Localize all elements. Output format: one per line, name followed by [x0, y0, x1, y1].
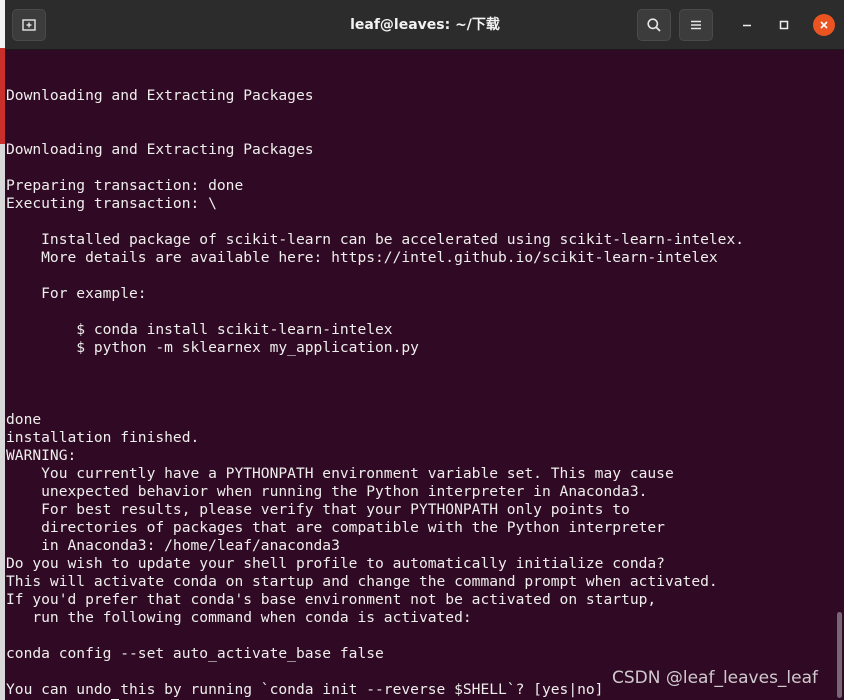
new-tab-icon — [22, 19, 36, 31]
terminal-line: run the following command when conda is … — [6, 609, 472, 626]
terminal-line: For best results, please verify that you… — [6, 501, 630, 518]
scrollbar-thumb[interactable] — [837, 612, 842, 698]
terminal-line: $ python -m sklearnex my_application.py — [6, 339, 419, 356]
terminal-line: Do you wish to update your shell profile… — [6, 555, 665, 572]
terminal-line: installation finished. — [6, 429, 200, 446]
terminal-output[interactable]: Downloading and Extracting Packages Downl… — [6, 50, 836, 700]
terminal-line: directories of packages that are compati… — [6, 519, 665, 536]
terminal-line: done — [6, 411, 42, 428]
terminal-line: Executing transaction: \ — [6, 195, 217, 212]
minimize-icon — [743, 24, 751, 27]
minimize-button[interactable] — [736, 14, 758, 36]
terminal-line: in Anaconda3: /home/leaf/anaconda3 — [6, 537, 340, 554]
terminal-line: Preparing transaction: done — [6, 177, 244, 194]
window-title: leaf@leaves: ~/下载 — [350, 17, 500, 33]
terminal-line: If you'd prefer that conda's base enviro… — [6, 591, 657, 608]
terminal-line: unexpected behavior when running the Pyt… — [6, 483, 648, 500]
close-icon — [820, 21, 828, 29]
terminal-line: $ conda install scikit-learn-intelex — [6, 321, 393, 338]
csdn-watermark: CSDN @leaf_leaves_leaf — [612, 668, 819, 688]
terminal-line: Downloading and Extracting Packages — [6, 141, 314, 158]
terminal-line: You currently have a PYTHONPATH environm… — [6, 465, 674, 482]
search-icon — [647, 18, 661, 32]
terminal-line: Downloading and Extracting Packages — [6, 87, 314, 104]
terminal-line: WARNING: — [6, 447, 77, 464]
menu-button[interactable] — [679, 9, 713, 41]
new-tab-button[interactable] — [12, 9, 46, 41]
terminal-line: This will activate conda on startup and … — [6, 573, 718, 590]
terminal-line: Installed package of scikit-learn can be… — [6, 231, 745, 248]
maximize-button[interactable] — [773, 14, 795, 36]
search-button[interactable] — [637, 9, 671, 41]
maximize-icon — [779, 20, 789, 30]
terminal-line: For example: — [6, 285, 147, 302]
close-button[interactable] — [813, 14, 835, 36]
hamburger-menu-icon — [691, 20, 701, 30]
terminal-window: leaf@leaves: ~/下载 Downloading and Extrac… — [5, 0, 844, 700]
terminal-line: More details are available here: https:/… — [6, 249, 718, 266]
terminal-line: conda config --set auto_activate_base fa… — [6, 645, 384, 662]
title-bar: leaf@leaves: ~/下载 — [5, 0, 844, 50]
